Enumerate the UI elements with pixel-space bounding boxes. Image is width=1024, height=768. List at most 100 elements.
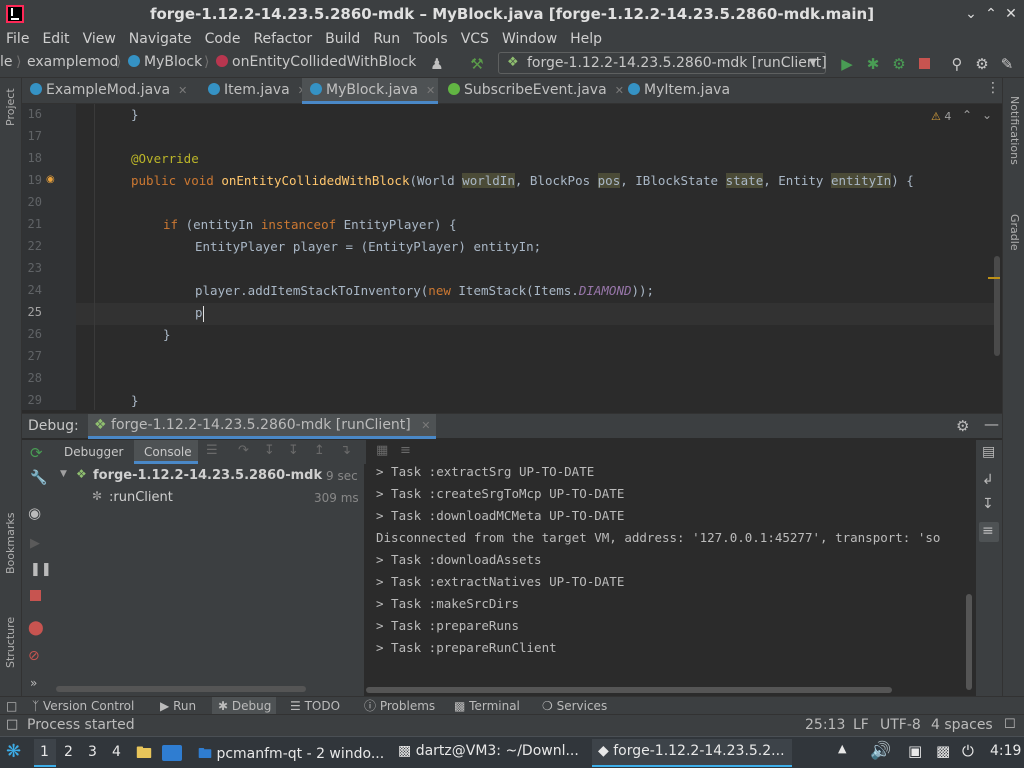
force-step-into-icon[interactable]: ↧ xyxy=(288,443,299,458)
build-hammer-icon[interactable]: ⚒ xyxy=(468,55,486,73)
step-into-icon[interactable]: ↧ xyxy=(264,443,275,458)
file-encoding[interactable]: UTF-8 xyxy=(880,717,921,733)
desktop-2[interactable]: 2 xyxy=(64,744,73,760)
menu-help[interactable]: Help xyxy=(570,31,602,47)
bookmarks-tool-button[interactable]: Bookmarks xyxy=(4,513,17,574)
override-gutter-icon[interactable]: ◉ xyxy=(46,174,55,185)
stop-icon[interactable] xyxy=(915,55,933,73)
close-tab-icon[interactable]: ✕ xyxy=(178,84,187,97)
tab-myitem[interactable]: MyItem.java xyxy=(620,78,750,104)
tree-item-root[interactable]: ▼ ❖ forge-1.12.2-14.23.5.2860-mdk 9 sec xyxy=(56,467,364,487)
scroll-to-end-icon[interactable]: ↧ xyxy=(982,496,994,512)
settings-gear-icon[interactable]: ⚙ xyxy=(973,55,991,73)
menu-refactor[interactable]: Refactor xyxy=(253,31,312,47)
tool-debug[interactable]: ✱ Debug xyxy=(212,697,276,715)
expand-icon[interactable]: □ xyxy=(6,697,17,715)
volume-icon[interactable]: 🔊 xyxy=(870,741,891,761)
menu-vcs[interactable]: VCS xyxy=(461,31,489,47)
breadcrumb-method[interactable]: onEntityCollidedWithBlock xyxy=(216,54,416,70)
resume-icon[interactable]: ▶ xyxy=(30,536,40,551)
desktop-1[interactable]: 1 xyxy=(34,739,56,767)
pause-icon[interactable]: ❚❚ xyxy=(30,562,52,577)
evaluate-table-icon[interactable]: ▦ xyxy=(376,443,388,458)
tab-myblock[interactable]: MyBlock.java ✕ xyxy=(302,78,438,104)
user-icon[interactable]: ♟ xyxy=(428,55,446,73)
search-icon[interactable]: ⚲ xyxy=(948,55,966,73)
menu-code[interactable]: Code xyxy=(205,31,241,47)
breadcrumb-module[interactable]: examplemod xyxy=(27,54,118,70)
task-terminal[interactable]: ▩ dartz@VM3: ~/Downl... xyxy=(392,739,588,767)
chevron-down-icon[interactable]: ▼ xyxy=(60,469,67,479)
clock[interactable]: 4:19 xyxy=(990,743,1021,759)
tab-subscribeevent[interactable]: SubscribeEvent.java ✕ xyxy=(440,78,624,104)
tree-horizontal-scrollbar[interactable] xyxy=(56,684,356,692)
mute-breakpoints-icon[interactable]: ⊘ xyxy=(28,648,40,664)
screen-icon[interactable]: ▣ xyxy=(908,742,922,760)
hide-panel-icon[interactable]: — xyxy=(984,415,999,433)
warning-marker[interactable] xyxy=(988,277,1000,279)
run-coverage-icon[interactable]: ⚙ xyxy=(890,55,908,73)
line-separator[interactable]: LF xyxy=(853,717,869,733)
tool-version-control[interactable]: ᛉ Version Control xyxy=(32,697,134,715)
close-tab-icon[interactable]: ✕ xyxy=(421,419,430,432)
menu-build[interactable]: Build xyxy=(325,31,360,47)
tool-run[interactable]: ▶ Run xyxy=(160,697,196,715)
debug-bug-icon[interactable]: ✱ xyxy=(864,55,882,73)
indent-setting[interactable]: 4 spaces xyxy=(931,717,993,733)
tree-item-runclient[interactable]: ✼ :runClient 309 ms xyxy=(56,489,364,509)
tab-menu-icon[interactable]: ⋮ xyxy=(986,80,1000,96)
lock-icon[interactable]: ☐ xyxy=(1004,717,1016,732)
code-editor[interactable]: } @Override public void onEntityCollided… xyxy=(76,104,1002,410)
tab-console[interactable]: Console xyxy=(134,440,198,464)
power-icon[interactable]: ⏻ xyxy=(962,742,974,760)
menu-tools[interactable]: Tools xyxy=(413,31,448,47)
task-intellij[interactable]: ◆ forge-1.12.2-14.23.5.2... xyxy=(592,739,792,767)
layout-icon[interactable]: ☰ xyxy=(206,443,218,458)
settings-gear-icon[interactable]: ⚙ xyxy=(956,417,969,435)
system-tray-arrow-icon[interactable]: ▲ xyxy=(838,742,846,755)
next-warning-icon[interactable]: ⌄ xyxy=(982,108,992,122)
breadcrumb-partial[interactable]: le xyxy=(0,54,13,70)
rerun-icon[interactable]: ⟳ xyxy=(30,444,43,462)
desktop-4[interactable]: 4 xyxy=(112,744,121,760)
menu-navigate[interactable]: Navigate xyxy=(129,31,192,47)
more-actions-icon[interactable]: » xyxy=(30,676,37,690)
editor-scrollbar[interactable] xyxy=(994,256,1000,356)
console-vertical-scrollbar[interactable] xyxy=(966,594,972,690)
close-tab-icon[interactable]: ✕ xyxy=(426,84,435,97)
caret-position[interactable]: 25:13 xyxy=(805,717,845,733)
menu-window[interactable]: Window xyxy=(502,31,557,47)
tool-todo[interactable]: ☰ TODO xyxy=(290,697,340,715)
start-menu-icon[interactable]: ❋ xyxy=(6,741,21,762)
breakpoints-icon[interactable]: ⬤ xyxy=(28,620,44,636)
tab-item[interactable]: Item.java✕ xyxy=(200,78,307,104)
previous-warning-icon[interactable]: ⌃ xyxy=(962,108,972,122)
step-over-icon[interactable]: ↷ xyxy=(238,443,249,458)
tab-debugger[interactable]: Debugger xyxy=(64,445,123,459)
run-configuration-select[interactable]: ❖ forge-1.12.2-14.23.5.2860-mdk [runClie… xyxy=(498,52,827,74)
run-icon[interactable]: ▶ xyxy=(838,55,856,73)
warnings-indicator[interactable]: ⚠ 4 xyxy=(931,110,951,123)
network-icon[interactable]: ▩ xyxy=(936,742,950,760)
tool-terminal[interactable]: ▩ Terminal xyxy=(454,697,520,715)
debug-session-tab[interactable]: ❖ forge-1.12.2-14.23.5.2860-mdk [runClie… xyxy=(88,414,437,439)
desktop-3[interactable]: 3 xyxy=(88,744,97,760)
structure-tool-button[interactable]: Structure xyxy=(4,617,17,668)
tool-services[interactable]: ❍ Services xyxy=(542,697,607,715)
view-breakpoints-icon[interactable]: ◉ xyxy=(28,504,41,522)
stop-icon[interactable] xyxy=(30,590,41,605)
menu-edit[interactable]: Edit xyxy=(42,31,69,47)
up-stack-icon[interactable]: ▤ xyxy=(982,444,995,460)
menu-view[interactable]: View xyxy=(83,31,116,47)
console-horizontal-scrollbar[interactable] xyxy=(366,686,966,694)
menu-file[interactable]: File xyxy=(6,31,29,47)
breadcrumb-class[interactable]: MyBlock xyxy=(128,54,202,70)
task-pcmanfm[interactable]: 🖿 pcmanfm-qt - 2 windo... xyxy=(192,739,388,767)
file-manager-icon[interactable]: 🖿 xyxy=(136,742,152,768)
ide-update-icon[interactable]: ✎ xyxy=(998,55,1016,73)
trace-icon[interactable]: ≡ xyxy=(400,443,411,458)
show-desktop-icon[interactable] xyxy=(162,745,182,761)
step-out-icon[interactable]: ↥ xyxy=(314,443,325,458)
status-icon[interactable]: □ xyxy=(6,717,18,732)
notifications-tool-button[interactable]: Notifications xyxy=(1008,96,1021,165)
